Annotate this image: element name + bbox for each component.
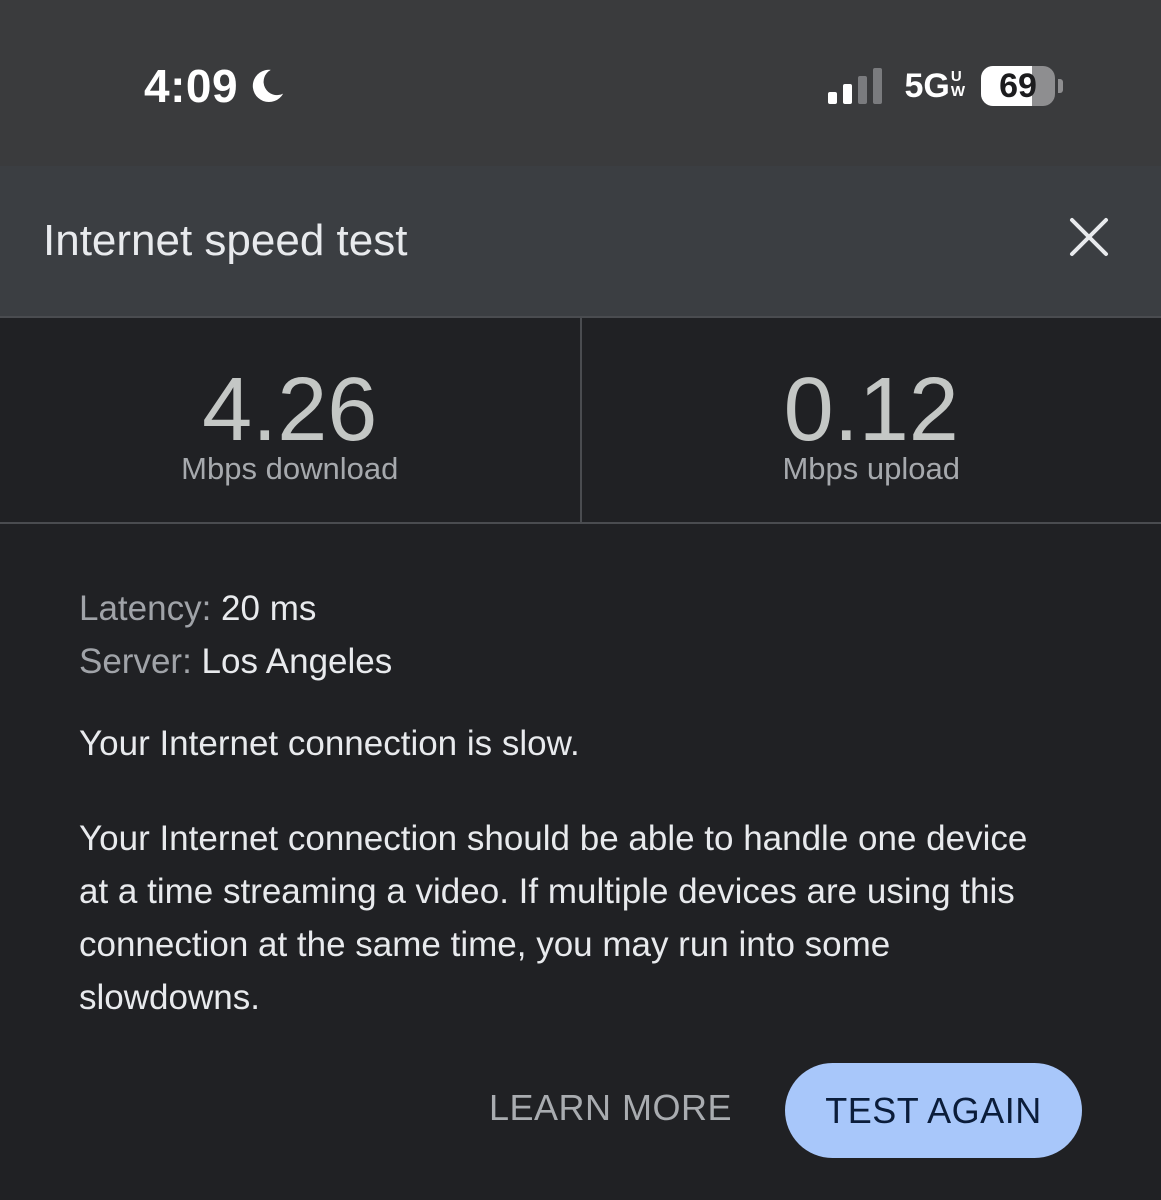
server-label: Server: bbox=[79, 642, 192, 681]
status-indicators: 5G U W 69 bbox=[826, 62, 1063, 110]
latency-row: Latency: 20 ms bbox=[79, 582, 1079, 635]
network-suffix-top: U bbox=[950, 68, 962, 85]
battery-percent: 69 bbox=[999, 66, 1037, 105]
close-icon[interactable] bbox=[1060, 208, 1118, 266]
test-details: Latency: 20 ms Server: Los Angeles bbox=[79, 582, 1079, 688]
server-row: Server: Los Angeles bbox=[79, 635, 1079, 688]
download-result: 4.26 Mbps download bbox=[0, 318, 582, 522]
upload-value: 0.12 bbox=[783, 360, 959, 460]
dialog-header: Internet speed test bbox=[0, 166, 1161, 316]
test-again-button[interactable]: TEST AGAIN bbox=[785, 1063, 1082, 1158]
upload-result: 0.12 Mbps upload bbox=[582, 318, 1161, 522]
speed-description: Your Internet connection should be able … bbox=[79, 819, 1028, 1017]
download-value: 4.26 bbox=[202, 360, 378, 460]
status-time-group: 4:09 bbox=[144, 58, 286, 114]
dialog-title: Internet speed test bbox=[43, 216, 408, 265]
network-type-suffix: U W bbox=[951, 69, 965, 99]
latency-label: Latency: bbox=[79, 589, 212, 628]
server-value: Los Angeles bbox=[201, 642, 393, 681]
status-time: 4:09 bbox=[144, 60, 239, 112]
network-type: 5G bbox=[904, 66, 950, 105]
moon-icon bbox=[252, 69, 284, 103]
download-label: Mbps download bbox=[181, 451, 399, 486]
cellular-signal-icon bbox=[828, 68, 883, 104]
battery-nub bbox=[1058, 79, 1063, 93]
battery-icon: 69 bbox=[981, 66, 1055, 106]
upload-label: Mbps upload bbox=[782, 451, 960, 486]
status-bar: 4:09 5G U W 69 bbox=[0, 0, 1161, 166]
latency-value: 20 ms bbox=[221, 589, 317, 628]
speed-results: 4.26 Mbps download 0.12 Mbps upload bbox=[0, 316, 1161, 524]
speed-summary: Your Internet connection is slow. bbox=[79, 724, 580, 763]
network-suffix-bottom: W bbox=[950, 83, 965, 100]
learn-more-button[interactable]: LEARN MORE bbox=[468, 1072, 753, 1144]
